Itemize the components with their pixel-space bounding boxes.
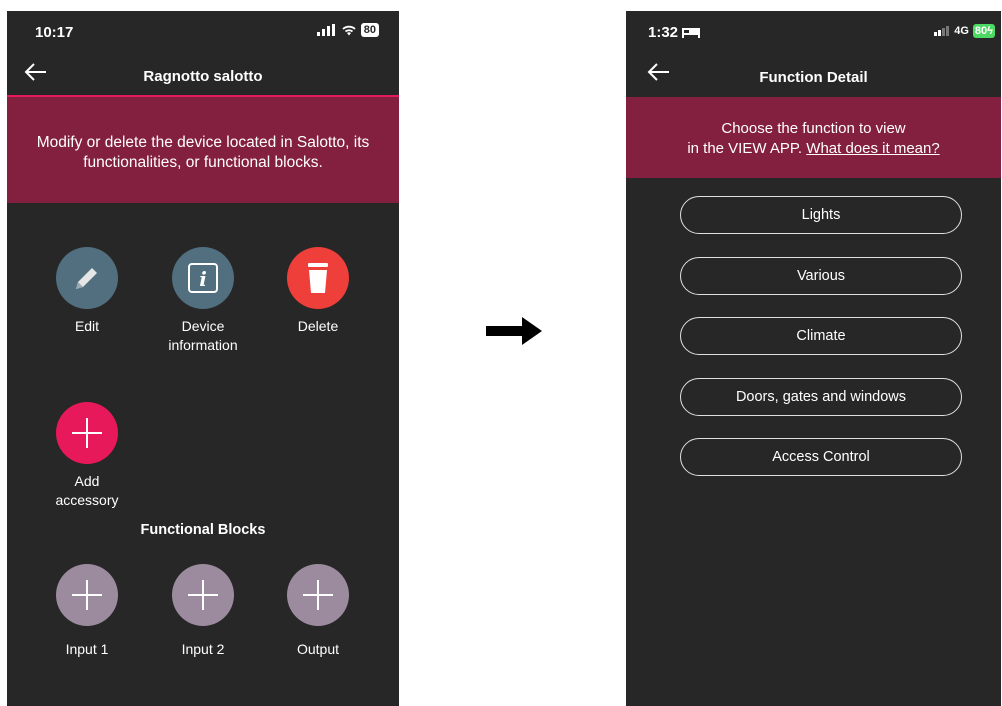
- device-info-label: Device information: [168, 318, 238, 353]
- trash-icon: [308, 263, 328, 293]
- plus-icon: [188, 580, 218, 610]
- plus-icon: [303, 580, 333, 610]
- add-accessory-button[interactable]: [56, 402, 118, 464]
- function-lights-button[interactable]: Lights: [680, 196, 962, 234]
- battery-icon: 80ϟ: [972, 24, 995, 38]
- battery-level: 80: [974, 25, 988, 37]
- bed-icon: [682, 28, 700, 38]
- edit-action[interactable]: Edit: [32, 247, 142, 336]
- function-doors-gates-windows-button[interactable]: Doors, gates and windows: [680, 378, 962, 416]
- add-accessory-action[interactable]: Add accessory: [32, 402, 142, 510]
- input-2-button[interactable]: [172, 564, 234, 626]
- edit-label: Edit: [74, 318, 100, 334]
- banner-line-2-text: in the VIEW APP.: [687, 140, 803, 157]
- function-various-button[interactable]: Various: [680, 257, 962, 295]
- signal-icon: [316, 24, 335, 36]
- app-header: Function Detail: [626, 51, 1001, 95]
- battery-icon: 80: [360, 23, 379, 37]
- svg-text:i: i: [199, 267, 207, 291]
- output-button[interactable]: [287, 564, 349, 626]
- plus-icon: [72, 418, 102, 448]
- output-label: Output: [296, 641, 340, 657]
- screen-function-detail: 1:32 4G 80ϟ Function Detail Choose the f…: [626, 11, 1001, 706]
- delete-label: Delete: [297, 318, 339, 334]
- banner-text: Modify or delete the device located in S…: [36, 134, 370, 171]
- pencil-icon: [76, 268, 97, 289]
- device-info-button[interactable]: i: [172, 247, 234, 309]
- info-icon: i: [188, 263, 218, 293]
- screen-device-detail: 10:17 80 Ragnotto salotto Modify or dele…: [7, 11, 399, 706]
- status-time: 1:32: [648, 24, 679, 41]
- delete-button[interactable]: [287, 247, 349, 309]
- function-access-control-button[interactable]: Access Control: [680, 438, 962, 476]
- what-does-it-mean-link[interactable]: What does it mean?: [806, 140, 939, 157]
- add-accessory-label: Add accessory: [55, 473, 119, 508]
- transition-arrow-icon: [486, 317, 542, 345]
- wifi-icon: [342, 25, 356, 36]
- page-title: Ragnotto salotto: [143, 68, 263, 85]
- input-2-block[interactable]: Input 2: [148, 564, 258, 659]
- status-bar: 10:17 80: [7, 11, 399, 51]
- output-block[interactable]: Output: [263, 564, 373, 659]
- charging-icon: ϟ: [987, 25, 993, 37]
- function-climate-button[interactable]: Climate: [680, 317, 962, 355]
- info-banner: Choose the function to view in the VIEW …: [626, 97, 1001, 178]
- info-banner: Modify or delete the device located in S…: [7, 95, 399, 203]
- signal-icon: [934, 26, 950, 36]
- banner-line-2: in the VIEW APP. What does it mean?: [626, 139, 1001, 159]
- banner-line-1: Choose the function to view: [721, 120, 906, 137]
- plus-icon: [72, 580, 102, 610]
- edit-button[interactable]: [56, 247, 118, 309]
- functional-blocks-title: Functional Blocks: [140, 522, 266, 538]
- page-title: Function Detail: [759, 69, 868, 86]
- input-1-block[interactable]: Input 1: [32, 564, 142, 659]
- app-header: Ragnotto salotto: [7, 51, 399, 95]
- input-2-label: Input 2: [181, 641, 225, 657]
- device-info-action[interactable]: i Device information: [148, 247, 258, 355]
- input-1-label: Input 1: [65, 641, 109, 657]
- delete-action[interactable]: Delete: [263, 247, 373, 336]
- status-bar: 1:32 4G 80ϟ: [626, 11, 1001, 51]
- network-type: 4G: [954, 25, 969, 37]
- status-time: 10:17: [35, 24, 74, 41]
- status-icons: 4G 80ϟ: [934, 24, 995, 38]
- status-icons: 80: [316, 23, 379, 37]
- input-1-button[interactable]: [56, 564, 118, 626]
